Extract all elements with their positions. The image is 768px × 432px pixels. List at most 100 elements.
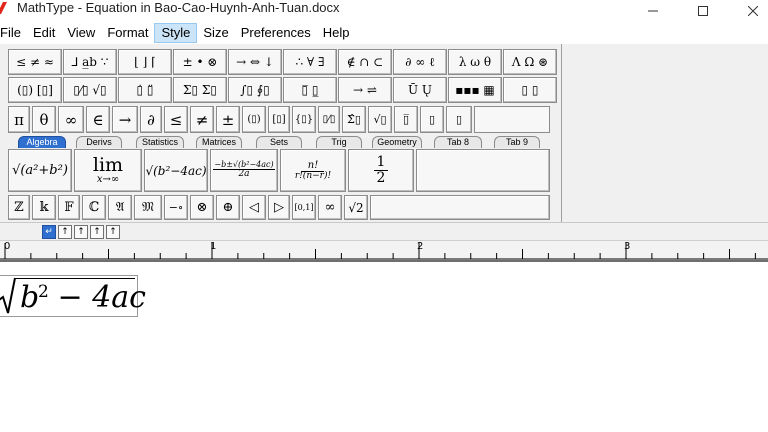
tabstop-relational-button[interactable]: ↑ <box>90 225 104 239</box>
close-icon <box>748 6 758 16</box>
boxes-palette-button[interactable]: ▯ ▯ <box>503 77 557 103</box>
symbol-fraktur-m-button[interactable]: 𝔐 <box>134 195 162 220</box>
logic-palette-button[interactable]: ∴ ∀ ∃ <box>283 49 337 75</box>
template-combination-button[interactable]: n! r!(n−r)! <box>280 149 346 192</box>
symbol-field-button[interactable]: 𝔽 <box>58 195 80 220</box>
ruler-label-2: 2 <box>417 241 424 252</box>
symbol-k-button[interactable]: 𝕜 <box>32 195 56 220</box>
symbol-pi-button[interactable]: π <box>8 106 30 133</box>
menu-size[interactable]: Size <box>197 23 234 43</box>
template-quadratic-formula-button[interactable]: −b±√(b²−4ac) 2a <box>210 149 278 192</box>
fractions-radicals-palette-button[interactable]: ▯⁄▯ √▯ <box>63 77 117 103</box>
embellishments-palette-button[interactable]: ⌊ ⌋ ⌈ <box>118 49 172 75</box>
symbol-oplus-button[interactable]: ⊕ <box>216 195 240 220</box>
ruler-label-3: 3 <box>624 241 631 252</box>
template-subscript-button[interactable]: ▯ <box>420 106 444 133</box>
template-fraction-button[interactable]: ▯⁄▯ <box>318 106 340 133</box>
template-brackets-button[interactable]: [▯] <box>268 106 290 133</box>
tab-9[interactable]: Tab 9 <box>494 136 540 148</box>
template-pythagoras-button[interactable]: √(a²+b²) <box>8 149 72 192</box>
summations-palette-button[interactable]: Σ▯ Σ▯ <box>173 77 227 103</box>
symbol-integers-button[interactable]: ℤ <box>8 195 30 220</box>
tabstop-left-button[interactable]: ↵ <box>42 225 56 239</box>
close-button[interactable] <box>730 0 768 22</box>
template-box-button[interactable]: ▯ <box>446 106 472 133</box>
window-title: MathType - Equation in Bao-Cao-Huynh-Anh… <box>17 0 340 15</box>
template-braces-button[interactable]: {▯} <box>292 106 316 133</box>
symbol-triangle-left-button[interactable]: ◁ <box>242 195 266 220</box>
menu-edit[interactable]: Edit <box>27 23 61 43</box>
tab-statistics[interactable]: Statistics <box>136 136 184 148</box>
tab-matrices[interactable]: Matrices <box>196 136 242 148</box>
misc-symbols-palette-button[interactable]: ∂ ∞ ℓ <box>393 49 447 75</box>
symbol-not-equal-button[interactable]: ≠ <box>190 106 214 133</box>
template-discriminant-button[interactable]: √(b²−4ac) <box>144 149 208 192</box>
operators-palette-button[interactable]: ± • ⊗ <box>173 49 227 75</box>
template-radical-button[interactable]: √▯ <box>368 106 392 133</box>
tabstop-decimal-button[interactable]: ↑ <box>106 225 120 239</box>
bars-palette-button[interactable]: ▯̅ ▯̲ <box>283 77 337 103</box>
tab-algebra[interactable]: Algebra <box>18 136 66 148</box>
empty-template-slot <box>416 149 550 192</box>
tabstop-center-button[interactable]: ↑ <box>58 225 72 239</box>
tab-derivs[interactable]: Derivs <box>76 136 122 148</box>
menu-help[interactable]: Help <box>317 23 356 43</box>
template-summation-button[interactable]: Σ̂▯ <box>342 106 366 133</box>
tab-sets[interactable]: Sets <box>256 136 302 148</box>
equation-editor[interactable]: b 2 − 4ac <box>0 264 768 432</box>
symbol-infinity-small-button[interactable]: ∞ <box>318 195 342 220</box>
symbol-partial-button[interactable]: ∂ <box>140 106 162 133</box>
radical-sign-icon <box>0 277 16 314</box>
greek-upper-palette-button[interactable]: Λ Ω ⊛ <box>503 49 557 75</box>
maximize-button[interactable] <box>680 0 726 22</box>
equation-remainder: − 4ac <box>48 280 146 315</box>
relations-palette-button[interactable]: ≤ ≠ ≈ <box>8 49 62 75</box>
menu-view[interactable]: View <box>61 23 101 43</box>
integrals-palette-button[interactable]: ∫▯ ∮▯ <box>228 77 282 103</box>
fences-palette-button[interactable]: (▯) [▯] <box>8 77 62 103</box>
tabstop-bar: ↵ ↑ ↑ ↑ ↑ <box>0 222 768 240</box>
mathtype-logo-icon <box>0 2 7 14</box>
symbol-plus-minus-button[interactable]: ± <box>216 106 240 133</box>
symbol-complex-button[interactable]: ℂ <box>82 195 106 220</box>
tab-trig[interactable]: Trig <box>316 136 362 148</box>
maximize-icon <box>698 6 708 16</box>
symbol-fraktur-a-button[interactable]: 𝔄 <box>108 195 132 220</box>
symbol-element-of-button[interactable]: ∈ <box>86 106 110 133</box>
menu-format[interactable]: Format <box>101 23 154 43</box>
labeled-arrows-palette-button[interactable]: → ⇌ <box>338 77 392 103</box>
ruler-ticks <box>0 243 768 260</box>
ruler[interactable]: 0 1 2 3 <box>0 240 768 262</box>
limit-subscript: x→∞ <box>96 174 120 185</box>
template-limit-button[interactable]: lim x→∞ <box>74 149 142 192</box>
symbol-multimap-button[interactable]: −∘ <box>164 195 188 220</box>
title-bar: MathType - Equation in Bao-Cao-Huynh-Anh… <box>0 0 768 22</box>
toolbar-area: ≤ ≠ ≈ ⅃ a̲b ∵ ⌊ ⌋ ⌈ ± • ⊗ → ⇔ ↓ ∴ ∀ ∃ ∉ … <box>0 44 768 222</box>
minimize-button[interactable] <box>630 0 676 22</box>
symbol-theta-button[interactable]: θ <box>32 106 56 133</box>
symbol-interval-button[interactable]: [0,1] <box>292 195 316 220</box>
subscripts-palette-button[interactable]: ▯̇ ▯̈ <box>118 77 172 103</box>
symbol-sqrt2-button[interactable]: √2 <box>344 195 368 220</box>
menu-preferences[interactable]: Preferences <box>235 23 317 43</box>
tab-geometry[interactable]: Geometry <box>372 136 422 148</box>
spaces-palette-button[interactable]: ⅃ a̲b ∵ <box>63 49 117 75</box>
sets-palette-button[interactable]: ∉ ∩ ⊂ <box>338 49 392 75</box>
matrices-palette-button[interactable]: ▪▪▪ ▦ <box>448 77 502 103</box>
symbol-arrow-button[interactable]: → <box>112 106 138 133</box>
symbol-otimes-button[interactable]: ⊗ <box>190 195 214 220</box>
products-palette-button[interactable]: Ū Ų <box>393 77 447 103</box>
tabstop-right-button[interactable]: ↑ <box>74 225 88 239</box>
template-overbar-button[interactable]: ▯̅ <box>394 106 418 133</box>
greek-lower-palette-button[interactable]: λ ω θ <box>448 49 502 75</box>
arrows-palette-button[interactable]: → ⇔ ↓ <box>228 49 282 75</box>
menu-bar: File Edit View Format Style Size Prefere… <box>0 22 768 44</box>
symbol-infinity-button[interactable]: ∞ <box>58 106 84 133</box>
symbol-less-equal-button[interactable]: ≤ <box>164 106 188 133</box>
tab-8[interactable]: Tab 8 <box>434 136 482 148</box>
template-parentheses-button[interactable]: (▯) <box>242 106 266 133</box>
menu-style[interactable]: Style <box>154 23 198 43</box>
template-one-half-button[interactable]: 1 2 <box>348 149 414 192</box>
symbol-triangle-right-button[interactable]: ▷ <box>268 195 290 220</box>
menu-file[interactable]: File <box>0 23 27 43</box>
